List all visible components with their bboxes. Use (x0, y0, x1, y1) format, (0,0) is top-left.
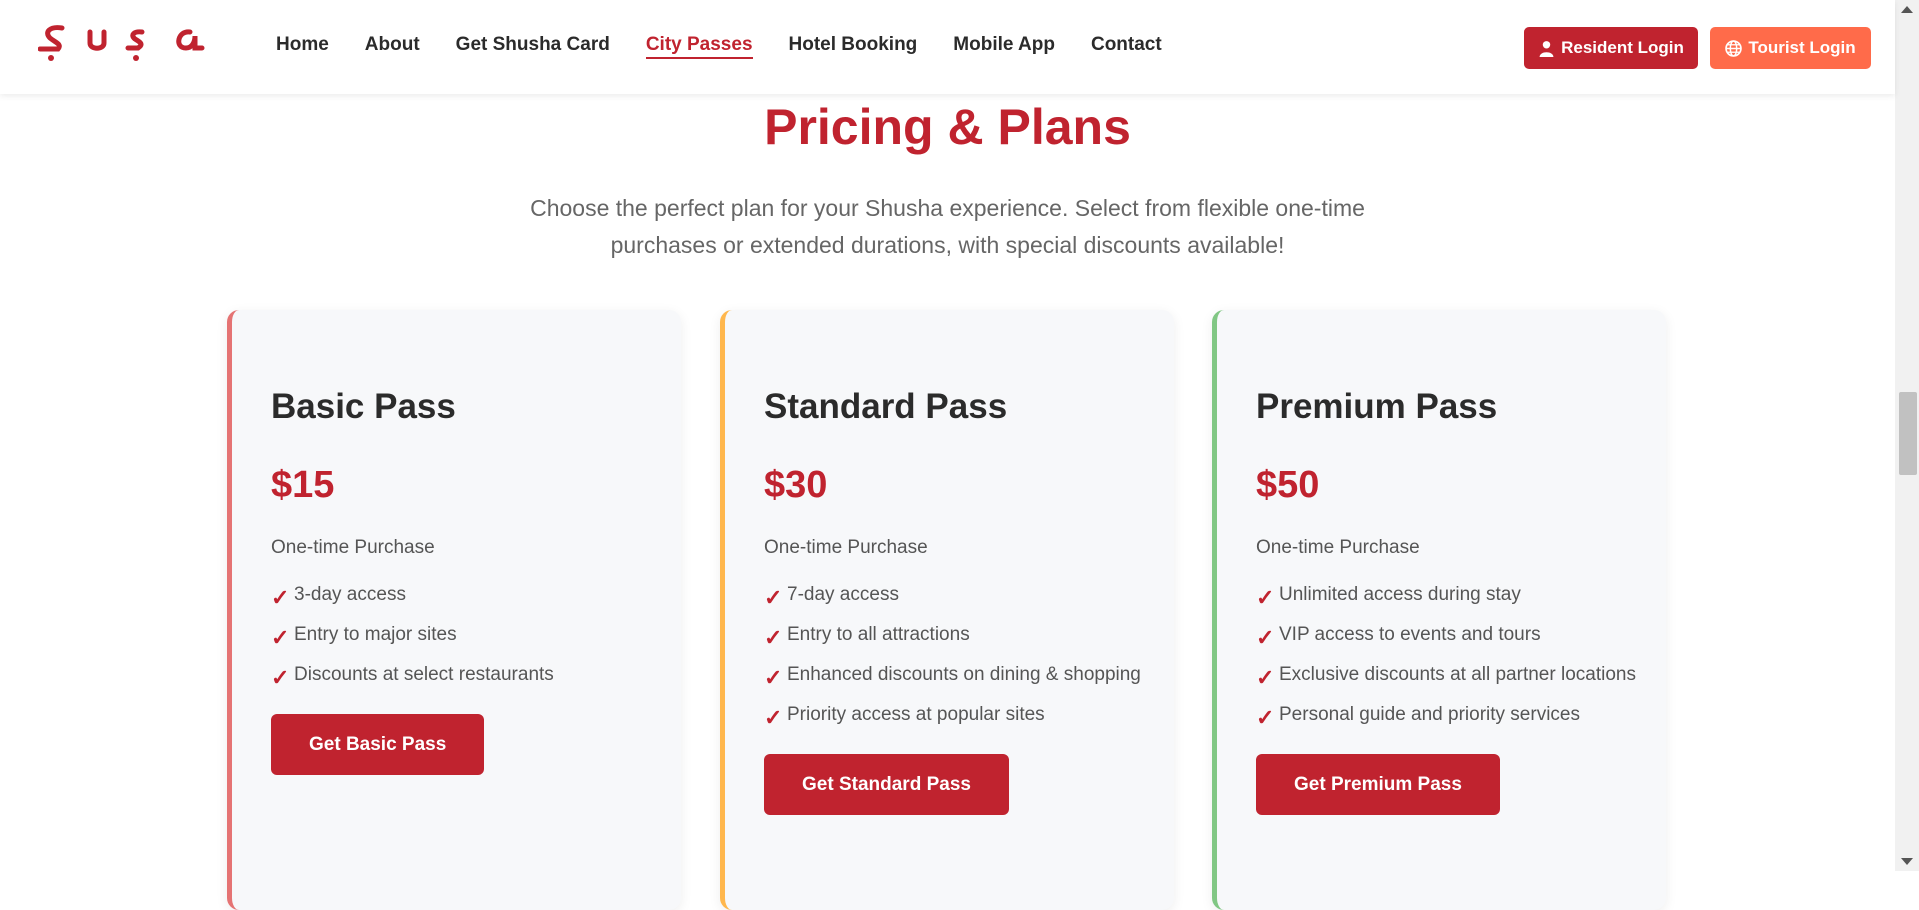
tourist-login-label: Tourist Login (1748, 38, 1856, 57)
scrollbar-thumb[interactable] (1899, 392, 1917, 475)
check-icon: ✓ (271, 585, 290, 610)
scroll-up-arrow-icon[interactable] (1901, 6, 1913, 13)
feature-item: ✓ Entry to all attractions (764, 620, 1144, 650)
check-icon: ✓ (271, 665, 290, 690)
resident-login-button[interactable]: Resident Login (1524, 27, 1698, 69)
plan-card-standard: Standard Pass $30 One-time Purchase ✓ 7-d… (720, 310, 1174, 910)
check-icon: ✓ (764, 705, 783, 730)
plan-name: Basic Pass (271, 387, 456, 426)
plan-type: One-time Purchase (271, 537, 435, 558)
plan-features: ✓ 7-day access ✓ Entry to all attractions … (764, 580, 1144, 730)
check-icon: ✓ (271, 625, 290, 650)
check-icon: ✓ (764, 665, 783, 690)
nav-about[interactable]: About (365, 34, 420, 59)
get-basic-pass-button[interactable]: Get Basic Pass (271, 714, 485, 775)
get-premium-pass-button[interactable]: Get Premium Pass (1256, 754, 1500, 815)
feature-item: ✓ Entry to major sites (271, 620, 651, 650)
plan-card-basic: Basic Pass $15 One-time Purchase ✓ 3-day … (227, 310, 681, 910)
plan-name: Premium Pass (1256, 387, 1498, 426)
page-title: Pricing & Plans (764, 99, 1131, 155)
nav-home[interactable]: Home (276, 34, 329, 59)
check-icon: ✓ (764, 585, 783, 610)
feature-item: ✓ Unlimited access during stay (1256, 580, 1636, 610)
check-icon: ✓ (1256, 625, 1275, 650)
nav-contact[interactable]: Contact (1091, 34, 1162, 59)
feature-item: ✓ Enhanced discounts on dining & shopping (764, 660, 1144, 690)
globe-icon (1725, 39, 1743, 57)
plan-type: One-time Purchase (1256, 537, 1420, 558)
site-header: Home About Get Shusha Card City Passes H… (0, 0, 1895, 94)
plan-price: $30 (764, 464, 828, 506)
main-nav: Home About Get Shusha Card City Passes H… (276, 34, 1162, 59)
plan-price: $15 (271, 464, 335, 506)
feature-item: ✓ 3-day access (271, 580, 651, 610)
check-icon: ✓ (1256, 705, 1275, 730)
plan-features: ✓ Unlimited access during stay ✓ VIP acces… (1256, 580, 1636, 730)
plan-features: ✓ 3-day access ✓ Entry to major sites ✓ Dis… (271, 580, 651, 690)
nav-city-passes[interactable]: City Passes (645, 34, 753, 59)
tourist-login-button[interactable]: Tourist Login (1710, 27, 1871, 69)
feature-item: ✓ Priority access at popular sites (764, 700, 1144, 730)
check-icon: ✓ (1256, 585, 1275, 610)
feature-item: ✓ 7-day access (764, 580, 1144, 610)
check-icon: ✓ (764, 625, 783, 650)
plan-price: $50 (1256, 464, 1320, 506)
get-standard-pass-button[interactable]: Get Standard Pass (764, 754, 1009, 815)
site-logo[interactable] (38, 18, 213, 68)
plan-name: Standard Pass (764, 387, 1008, 426)
feature-item: ✓ Discounts at select restaurants (271, 660, 651, 690)
plan-card-premium: Premium Pass $50 One-time Purchase ✓ Unli… (1212, 310, 1666, 910)
nav-get-shusha-card[interactable]: Get Shusha Card (456, 34, 610, 59)
user-icon (1539, 40, 1554, 57)
feature-item: ✓ VIP access to events and tours (1256, 620, 1636, 650)
scroll-down-arrow-icon[interactable] (1901, 858, 1913, 865)
page-scrollbar[interactable] (1895, 0, 1919, 871)
resident-login-label: Resident Login (1561, 38, 1684, 57)
plan-type: One-time Purchase (764, 537, 928, 558)
nav-mobile-app[interactable]: Mobile App (953, 34, 1055, 59)
feature-item: ✓ Personal guide and priority services (1256, 700, 1636, 730)
page-subtitle: Choose the perfect plan for your Shusha … (530, 195, 1365, 258)
feature-item: ✓ Exclusive discounts at all partner loca… (1256, 660, 1636, 690)
nav-hotel-booking[interactable]: Hotel Booking (789, 34, 918, 59)
check-icon: ✓ (1256, 665, 1275, 690)
